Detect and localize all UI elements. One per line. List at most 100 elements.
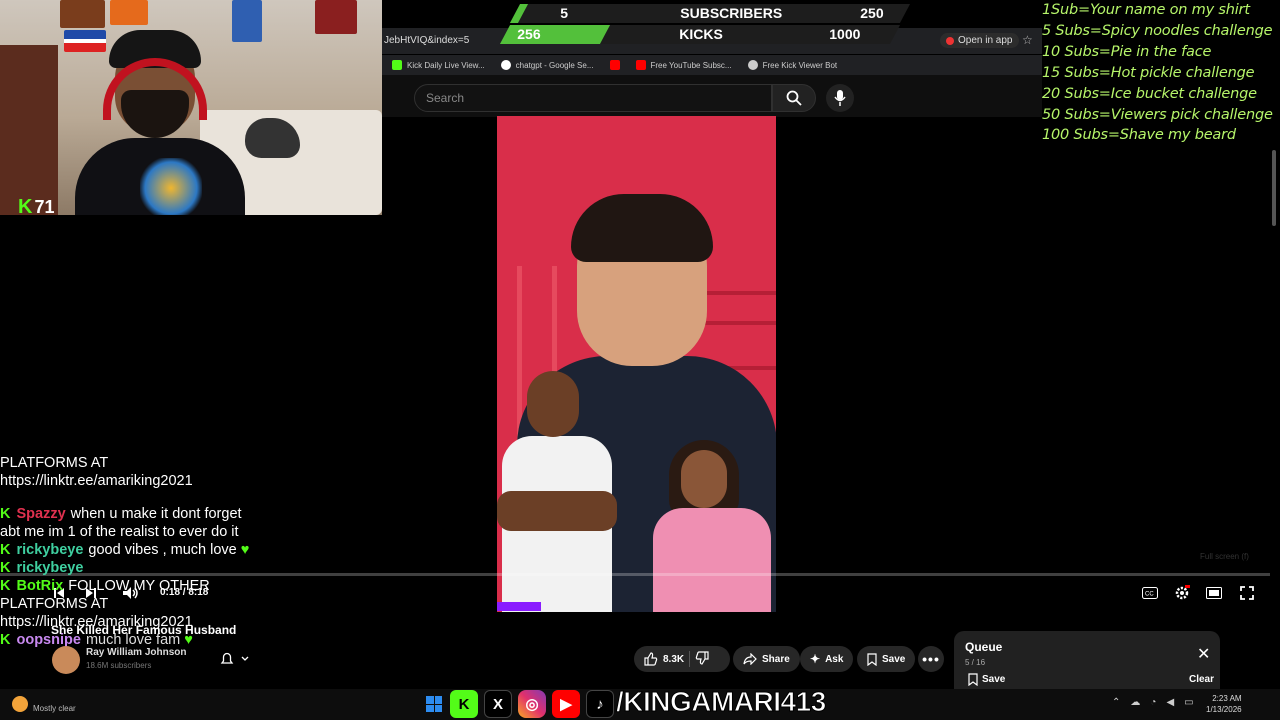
url-text[interactable]: JebHtVIQ&index=5	[384, 35, 469, 46]
dresser	[0, 45, 58, 215]
gear-icon	[1175, 585, 1190, 600]
channel-avatar[interactable]	[52, 646, 80, 674]
bookmark-label: Free YouTube Subsc...	[650, 60, 732, 70]
volume-icon[interactable]: ◀	[1166, 697, 1174, 708]
bookmark-youtube[interactable]	[609, 60, 620, 70]
bookmark-free-youtube[interactable]: Free YouTube Subsc...	[635, 60, 732, 70]
open-in-app-button[interactable]: Open in app	[940, 33, 1019, 48]
bookmark-chatgpt[interactable]: chatgpt - Google Se...	[500, 60, 594, 70]
kick-viewer-counter: K 71	[18, 196, 54, 219]
bookmark-star-icon[interactable]: ☆	[1022, 33, 1033, 47]
wall-poster	[110, 0, 148, 25]
page-scrollbar[interactable]	[1272, 150, 1276, 226]
weather-icon[interactable]	[12, 696, 28, 712]
fullscreen-icon	[1240, 586, 1254, 600]
svg-text:CC: CC	[1145, 592, 1154, 598]
bookmarks-bar: Kick Daily Live View... chatgpt - Google…	[382, 55, 1042, 75]
chat-text: PLATFORMS AT https://linktr.ee/amariking…	[0, 455, 193, 489]
clock[interactable]: 2:23 AM 1/13/2026	[1206, 693, 1242, 715]
channel-name[interactable]: Ray William Johnson	[86, 647, 186, 658]
subscriber-goal-fill	[509, 4, 528, 23]
goal-item: 20 Subs=Ice bucket challenge	[1042, 85, 1257, 102]
tiktok-icon: ♪	[586, 690, 614, 718]
fullscreen-button[interactable]	[1238, 585, 1256, 601]
clock-date: 1/13/2026	[1206, 705, 1242, 714]
kick-badge-icon: K	[0, 632, 11, 648]
system-tray: ⌃ ☁ ◔ ◀ ▭	[1112, 697, 1194, 708]
bookmark-icon	[867, 652, 877, 666]
chat-username: BotRix	[16, 578, 64, 594]
settings-button[interactable]	[1173, 585, 1191, 601]
bell-icon	[220, 652, 249, 664]
voice-search-button[interactable]	[826, 84, 854, 112]
clock-time: 2:23 AM	[1212, 694, 1242, 703]
windows-start-icon[interactable]	[426, 696, 442, 712]
streamer-handle: /KINGAMARI413	[616, 686, 827, 718]
queue-save-button[interactable]: Save	[968, 673, 1005, 686]
wall-poster	[232, 0, 262, 42]
close-icon[interactable]: ✕	[1197, 644, 1210, 664]
kicks-goal: 256 KICKS 1000	[499, 25, 901, 44]
social-links: K X ◎ ▶ ♪	[450, 688, 614, 720]
bookmark-label: Kick Daily Live View...	[407, 60, 485, 70]
streamer	[75, 28, 245, 215]
subscriber-goal-current: 5	[560, 5, 569, 21]
kick-badge-icon: K	[0, 506, 11, 522]
sub-goal-list: 1Sub=Your name on my shirt 5 Subs=Spicy …	[1042, 0, 1280, 146]
webcam-feed	[0, 0, 382, 215]
theater-mode-button[interactable]	[1205, 585, 1223, 601]
more-actions-button[interactable]: •••	[918, 646, 944, 672]
like-button[interactable]: 8.3K	[644, 652, 684, 666]
chat-text: good vibes , much love	[88, 542, 237, 558]
weather-text[interactable]: Mostly clear	[33, 704, 76, 713]
bookmark-icon	[968, 673, 978, 686]
subscriber-count: 18.6M subscribers	[86, 661, 152, 670]
subscriber-goal: 5 SUBSCRIBERS 250	[509, 4, 911, 23]
chat-username: rickybeye	[16, 560, 84, 576]
share-label: Share	[762, 653, 790, 665]
video-title[interactable]: She Killed Her Famous Husband	[51, 623, 236, 637]
video-frame[interactable]	[497, 116, 776, 612]
ask-label: Ask	[825, 653, 844, 665]
chevron-up-icon[interactable]: ⌃	[1112, 697, 1120, 708]
goal-item: 15 Subs=Hot pickle challenge	[1042, 64, 1255, 81]
battery-icon[interactable]: ▭	[1184, 697, 1193, 708]
illustrated-woman	[647, 436, 776, 612]
instagram-icon: ◎	[518, 690, 546, 718]
search-input[interactable]: Search	[414, 84, 772, 112]
save-label: Save	[882, 653, 906, 665]
kick-badge-icon: K	[0, 560, 11, 576]
captions-button[interactable]: CC	[1141, 585, 1159, 601]
chat-message: K Spazzy when u make it dont forget abt me…	[0, 505, 260, 541]
kick-icon: K	[450, 690, 478, 718]
x-icon: X	[484, 690, 512, 718]
globe-icon	[747, 60, 758, 70]
kicks-goal-target: 1000	[829, 26, 861, 42]
chat-overlay: PLATFORMS AT https://linktr.ee/amariking…	[0, 454, 260, 649]
cloud-icon[interactable]: ☁	[1130, 697, 1140, 708]
divider	[689, 651, 691, 667]
kick-count: 71	[34, 197, 55, 217]
chat-username: rickybeye	[16, 542, 84, 558]
save-button[interactable]: Save	[857, 646, 916, 672]
kick-badge-icon: K	[0, 578, 11, 594]
progress-played-bar	[497, 602, 541, 611]
queue-save-label: Save	[982, 674, 1006, 685]
notification-bell-button[interactable]	[219, 651, 249, 672]
goal-item: 1Sub=Your name on my shirt	[1042, 2, 1250, 18]
search-button[interactable]	[772, 84, 816, 112]
bookmark-kick-bot[interactable]: Free Kick Viewer Bot	[747, 60, 837, 70]
dislike-button[interactable]	[695, 650, 709, 668]
share-button[interactable]: Share	[733, 646, 800, 672]
goal-item: 10 Subs=Pie in the face	[1042, 43, 1212, 60]
bookmark-kick-daily[interactable]: Kick Daily Live View...	[392, 60, 485, 70]
chat-username: Spazzy	[16, 506, 66, 522]
queue-clear-button[interactable]: Clear	[1189, 674, 1214, 685]
queue-count: 5 / 16	[965, 658, 986, 667]
kick-logo-icon: K	[18, 196, 33, 218]
wifi-icon[interactable]: ◔	[1150, 697, 1156, 708]
ask-button[interactable]: ✦ Ask	[800, 646, 854, 672]
heart-icon: ♥	[240, 542, 250, 558]
wall-poster	[315, 0, 357, 34]
chat-message: Krickybeye	[0, 559, 260, 577]
